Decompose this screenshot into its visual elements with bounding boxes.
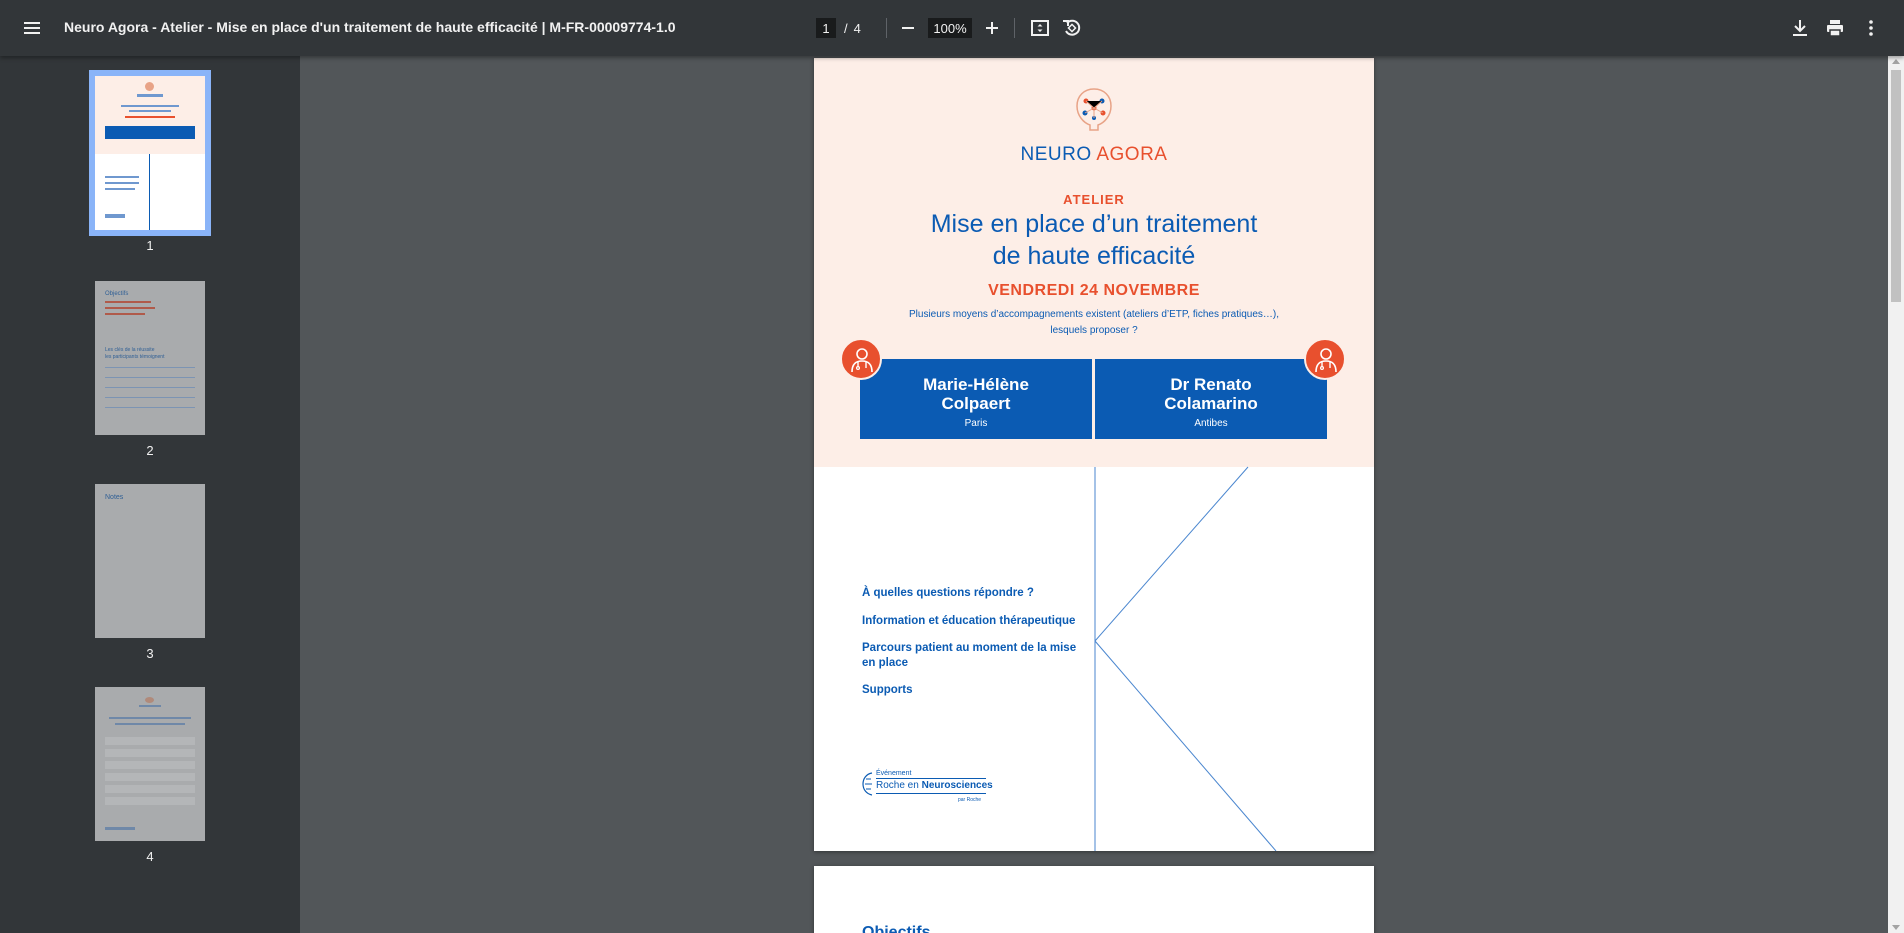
thumbnail-label: 2 bbox=[146, 443, 154, 458]
speaker-city: Antibes bbox=[1194, 418, 1228, 429]
topic-item: Information et éducation thérapeutique bbox=[862, 615, 1076, 627]
vertical-scrollbar[interactable] bbox=[1888, 56, 1904, 933]
document-title: Neuro Agora - Atelier - Mise en place d'… bbox=[64, 19, 676, 35]
pdf-toolbar: Neuro Agora - Atelier - Mise en place d'… bbox=[0, 0, 1904, 56]
sponsor-event-label: Événement bbox=[876, 770, 912, 777]
thumbnail-subheading: les participants témoignent bbox=[105, 354, 165, 360]
fit-page-icon[interactable] bbox=[1028, 16, 1052, 40]
print-icon[interactable] bbox=[1823, 16, 1847, 40]
current-page-input[interactable] bbox=[816, 18, 836, 38]
event-intro-line1: Plusieurs moyens d’accompagnements exist… bbox=[909, 309, 1279, 320]
total-pages: 4 bbox=[853, 20, 861, 36]
pdf-page-1: NEURO AGORA ATELIER Mise en place d’un t… bbox=[814, 58, 1374, 851]
neuro-agora-logo-icon bbox=[1076, 88, 1112, 131]
brand-name-part2: AGORA bbox=[1096, 144, 1168, 165]
download-icon[interactable] bbox=[1788, 16, 1812, 40]
sponsor-prefix: Roche en bbox=[876, 780, 922, 791]
sponsor-bold: Neurosciences bbox=[921, 780, 993, 791]
topic-item: À quelles questions répondre ? bbox=[862, 587, 1034, 599]
speaker-name-line1: Marie-Hélène bbox=[923, 375, 1029, 394]
event-date: VENDREDI 24 NOVEMBRE bbox=[988, 282, 1200, 299]
event-kicker: ATELIER bbox=[1063, 192, 1125, 207]
thumbnail-subheading: Les clés de la réussite bbox=[105, 347, 155, 353]
scrollbar-thumb[interactable] bbox=[1891, 70, 1901, 302]
menu-icon[interactable] bbox=[20, 16, 44, 40]
brand-name-part1: NEURO bbox=[1020, 144, 1097, 165]
zoom-out-icon[interactable] bbox=[898, 16, 918, 40]
document-viewer[interactable]: NEURO AGORA ATELIER Mise en place d’un t… bbox=[300, 56, 1888, 933]
speaker-name-line1: Dr Renato bbox=[1170, 375, 1252, 394]
rotate-icon[interactable] bbox=[1060, 16, 1084, 40]
topic-item: Parcours patient au moment de la mise en… bbox=[862, 642, 1077, 669]
doctor-avatar-icon bbox=[1304, 338, 1346, 380]
thumbnail-label: 4 bbox=[146, 849, 154, 864]
toolbar-divider bbox=[886, 18, 887, 38]
speaker-city: Paris bbox=[964, 418, 988, 429]
scroll-up-arrow-icon[interactable] bbox=[1892, 59, 1900, 64]
thumbnail-heading: Notes bbox=[105, 494, 124, 501]
zoom-level-input[interactable] bbox=[928, 18, 972, 38]
thumbnail-page-3[interactable]: Notes 3 bbox=[95, 484, 205, 661]
roche-neurosciences-logo: Événement Roche en Neurosciences par Roc… bbox=[862, 769, 993, 809]
more-vert-icon[interactable] bbox=[1859, 16, 1883, 40]
thumbnail-label: 3 bbox=[146, 646, 154, 661]
sponsor-name: Roche en Neurosciences bbox=[876, 780, 993, 791]
sponsor-by: par Roche bbox=[958, 797, 982, 803]
toolbar-divider bbox=[1014, 18, 1015, 38]
page-navigation: / 4 bbox=[816, 17, 861, 39]
speaker-card: Dr Renato Colamarino Antibes bbox=[1095, 359, 1327, 439]
thumbnail-page-4[interactable]: 4 bbox=[95, 687, 205, 864]
event-title-line1: Mise en place d’un traitement bbox=[930, 210, 1258, 238]
brand-name: NEURO AGORA bbox=[814, 144, 1374, 166]
thumbnail-heading: Objectifs bbox=[105, 291, 129, 297]
event-title-line2: de haute efficacité bbox=[992, 242, 1196, 270]
roche-brain-mark-icon bbox=[862, 772, 873, 796]
pdf-page-2: Objectifs bbox=[814, 866, 1374, 933]
topic-item: Supports bbox=[862, 684, 913, 696]
page2-heading: Objectifs bbox=[862, 924, 931, 933]
thumbnail-sidebar: 1 Objectifs Les clés de la réussite les … bbox=[0, 56, 300, 933]
thumbnail-image: Objectifs Les clés de la réussite les pa… bbox=[95, 281, 205, 435]
event-intro-line2: lesquels proposer ? bbox=[1050, 325, 1138, 336]
thumbnail-image: Notes bbox=[95, 484, 205, 638]
page-separator: / bbox=[844, 20, 848, 36]
zoom-in-icon[interactable] bbox=[982, 16, 1002, 40]
speaker-name-line2: Colpaert bbox=[941, 394, 1011, 413]
thumbnail-page-1[interactable]: 1 bbox=[89, 70, 211, 253]
speaker-name-line2: Colamarino bbox=[1164, 394, 1258, 413]
doctor-avatar-icon bbox=[840, 338, 882, 380]
scroll-down-arrow-icon[interactable] bbox=[1892, 925, 1900, 930]
thumbnail-label: 1 bbox=[146, 238, 154, 253]
thumbnail-image bbox=[89, 70, 211, 236]
thumbnail-page-2[interactable]: Objectifs Les clés de la réussite les pa… bbox=[95, 281, 205, 458]
speaker-card: Marie-Hélène Colpaert Paris bbox=[860, 359, 1092, 439]
thumbnail-image bbox=[95, 687, 205, 841]
